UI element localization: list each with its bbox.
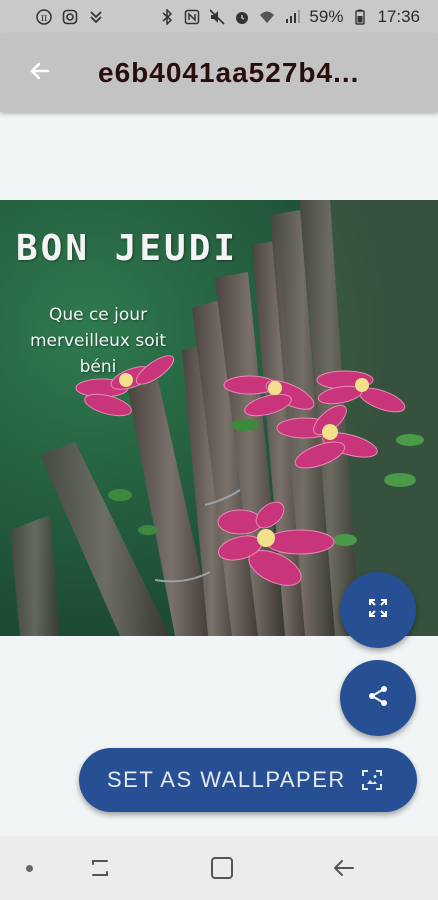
page-title: e6b4041aa527b4... [98,57,360,88]
system-nav-bar [0,836,438,900]
svg-text:π: π [41,13,48,24]
back-icon [331,856,357,885]
mute-icon [209,9,225,25]
app-bar: e6b4041aa527b4... [0,34,438,112]
instagram-icon [62,9,78,25]
wifi-icon [259,9,275,25]
download-icon [88,9,104,25]
nav-indicator-dot [26,865,33,872]
wallpaper-image[interactable]: BON JEUDI Que ce jour merveilleux soit b… [0,200,438,636]
back-button[interactable] [10,43,70,103]
alarm-icon [234,9,250,25]
clock: 17:36 [377,7,420,26]
signal-icon [284,9,301,25]
battery-percentage: 59% [309,7,344,26]
recent-apps-icon [87,856,113,885]
arrow-back-icon [28,59,52,88]
fullscreen-button[interactable] [340,572,416,648]
image-title: BON JEUDI [16,228,239,269]
nfc-icon [184,9,200,25]
pi-icon: π [36,9,52,25]
share-button[interactable] [340,660,416,736]
system-back-button[interactable] [326,852,362,888]
image-subtitle: Que ce jour merveilleux soit béni [29,305,167,377]
battery-icon [352,9,368,25]
home-icon [209,855,235,886]
status-bar: π 59% 17:36 [0,0,438,34]
set-wallpaper-label: SET AS WALLPAPER [107,767,346,792]
wallpaper-icon [360,768,384,792]
home-button[interactable] [204,852,240,888]
share-icon [366,684,390,713]
set-wallpaper-button[interactable]: SET AS WALLPAPER [79,748,417,812]
bluetooth-icon [159,9,175,25]
recent-apps-button[interactable] [82,852,118,888]
fullscreen-icon [366,596,390,625]
